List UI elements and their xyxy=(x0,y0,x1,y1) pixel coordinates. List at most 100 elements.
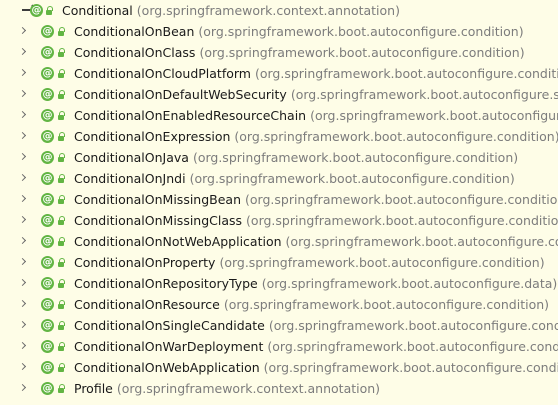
public-lock-icon xyxy=(57,27,65,36)
tree-row[interactable]: ConditionalOnProperty(org.springframewor… xyxy=(0,252,558,273)
class-name: ConditionalOnNotWebApplication xyxy=(74,234,282,249)
public-lock-icon xyxy=(57,216,65,225)
chevron-right-icon[interactable] xyxy=(18,273,30,294)
tree-row[interactable]: ConditionalOnWebApplication(org.springfr… xyxy=(0,357,558,378)
public-lock-icon xyxy=(57,363,65,372)
public-lock-icon xyxy=(57,195,65,204)
annotation-icon xyxy=(41,109,54,122)
tree-row[interactable]: ConditionalOnWarDeployment(org.springfra… xyxy=(0,336,558,357)
package-name: (org.springframework.boot.autoconfigure.… xyxy=(261,276,558,291)
tree-row[interactable]: ConditionalOnMissingBean(org.springframe… xyxy=(0,189,558,210)
public-lock-icon xyxy=(57,48,65,57)
chevron-right-icon[interactable] xyxy=(18,315,30,336)
class-name: ConditionalOnClass xyxy=(74,45,196,60)
package-name: (org.springframework.boot.autoconfigure.… xyxy=(189,171,515,186)
class-name: ConditionalOnExpression xyxy=(74,129,231,144)
chevron-right-icon[interactable] xyxy=(18,84,30,105)
package-name: (org.springframework.boot.autoconfigure.… xyxy=(234,129,558,144)
chevron-right-icon[interactable] xyxy=(18,336,30,357)
row-label: ConditionalOnNotWebApplication (org.sprin… xyxy=(74,231,558,252)
package-name: (org.springframework.boot.autoconfigure.… xyxy=(245,192,558,207)
class-name: ConditionalOnMissingBean xyxy=(74,192,242,207)
row-label: ConditionalOnDefaultWebSecurity (org.spri… xyxy=(74,84,558,105)
row-label: ConditionalOnExpression (org.springframew… xyxy=(74,126,558,147)
tree-row[interactable]: ConditionalOnNotWebApplication(org.sprin… xyxy=(0,231,558,252)
package-name: (org.springframework.boot.autoconfigure.… xyxy=(285,234,558,249)
tree-row[interactable]: ConditionalOnCloudPlatform(org.springfra… xyxy=(0,63,558,84)
public-lock-icon xyxy=(57,90,65,99)
annotation-icon xyxy=(41,277,54,290)
row-label: Profile (org.springframework.context.anno… xyxy=(74,378,380,399)
root-label: Conditional (org.springframework.context.… xyxy=(62,0,400,21)
package-name: (org.springframework.boot.autoconfigure.… xyxy=(263,360,558,375)
row-label: ConditionalOnEnabledResourceChain (org.sp… xyxy=(74,105,558,126)
public-lock-icon xyxy=(57,132,65,141)
package-name: (org.springframework.boot.autoconfigure.… xyxy=(310,108,558,123)
chevron-right-icon[interactable] xyxy=(18,294,30,315)
tree-row[interactable]: ConditionalOnJndi(org.springframework.bo… xyxy=(0,168,558,189)
class-name: ConditionalOnEnabledResourceChain xyxy=(74,108,307,123)
public-lock-icon xyxy=(57,342,65,351)
annotation-icon xyxy=(41,25,54,38)
package-name: (org.springframework.boot.autoconfigure.… xyxy=(268,318,558,333)
chevron-right-icon[interactable] xyxy=(18,378,30,399)
chevron-right-icon[interactable] xyxy=(18,252,30,273)
public-lock-icon xyxy=(57,258,65,267)
chevron-right-icon[interactable] xyxy=(18,126,30,147)
annotation-icon xyxy=(41,361,54,374)
tree-row[interactable]: ConditionalOnJava(org.springframework.bo… xyxy=(0,147,558,168)
tree-root-row[interactable]: Conditional(org.springframework.context.… xyxy=(0,0,558,21)
chevron-right-icon[interactable] xyxy=(18,231,30,252)
tree-row[interactable]: ConditionalOnExpression(org.springframew… xyxy=(0,126,558,147)
annotation-icon xyxy=(41,298,54,311)
chevron-right-icon[interactable] xyxy=(18,210,30,231)
package-name: (org.springframework.context.annotation) xyxy=(136,3,400,18)
annotation-icon xyxy=(41,151,54,164)
public-lock-icon xyxy=(57,321,65,330)
row-label: ConditionalOnMissingClass (org.springfram… xyxy=(74,210,558,231)
tree-row[interactable]: ConditionalOnSingleCandidate(org.springf… xyxy=(0,315,558,336)
class-name: Conditional xyxy=(62,3,133,18)
annotation-icon xyxy=(41,193,54,206)
tree-row[interactable]: ConditionalOnResource(org.springframewor… xyxy=(0,294,558,315)
annotation-icon xyxy=(41,67,54,80)
class-name: Profile xyxy=(74,381,113,396)
package-name: (org.springframework.boot.autoconfigure.… xyxy=(199,45,525,60)
chevron-right-icon[interactable] xyxy=(18,105,30,126)
annotation-icon xyxy=(41,172,54,185)
public-lock-icon xyxy=(57,300,65,309)
tree-row[interactable]: ConditionalOnRepositoryType(org.springfr… xyxy=(0,273,558,294)
class-name: ConditionalOnMissingClass xyxy=(74,213,243,228)
row-label: ConditionalOnJndi (org.springframework.bo… xyxy=(74,168,515,189)
class-name: ConditionalOnJava xyxy=(74,150,189,165)
class-name: ConditionalOnWebApplication xyxy=(74,360,260,375)
chevron-right-icon[interactable] xyxy=(18,63,30,84)
public-lock-icon xyxy=(57,153,65,162)
tree-row[interactable]: Profile(org.springframework.context.anno… xyxy=(0,378,558,399)
tree-row[interactable]: ConditionalOnClass(org.springframework.b… xyxy=(0,42,558,63)
tree-row[interactable]: ConditionalOnEnabledResourceChain(org.sp… xyxy=(0,105,558,126)
row-label: ConditionalOnResource (org.springframewor… xyxy=(74,294,549,315)
row-label: ConditionalOnCloudPlatform (org.springfra… xyxy=(74,63,558,84)
class-name: ConditionalOnBean xyxy=(74,24,195,39)
chevron-right-icon[interactable] xyxy=(18,21,30,42)
annotation-icon xyxy=(30,4,43,17)
row-label: ConditionalOnRepositoryType (org.springfr… xyxy=(74,273,557,294)
package-name: (org.springframework.boot.autoconfigure.… xyxy=(198,24,524,39)
class-name: ConditionalOnJndi xyxy=(74,171,186,186)
chevron-right-icon[interactable] xyxy=(18,42,30,63)
chevron-right-icon[interactable] xyxy=(18,168,30,189)
tree-row[interactable]: ConditionalOnMissingClass(org.springfram… xyxy=(0,210,558,231)
package-name: (org.springframework.boot.autoconfigure.… xyxy=(246,213,558,228)
public-lock-icon xyxy=(57,279,65,288)
tree-row[interactable]: ConditionalOnBean(org.springframework.bo… xyxy=(0,21,558,42)
package-name: (org.springframework.boot.autoconfigure.… xyxy=(219,255,545,270)
tree-row[interactable]: ConditionalOnDefaultWebSecurity(org.spri… xyxy=(0,84,558,105)
chevron-right-icon[interactable] xyxy=(18,147,30,168)
chevron-right-icon[interactable] xyxy=(18,189,30,210)
public-lock-icon xyxy=(57,237,65,246)
annotation-icon xyxy=(41,235,54,248)
chevron-right-icon[interactable] xyxy=(18,357,30,378)
public-lock-icon xyxy=(57,69,65,78)
row-label: ConditionalOnClass (org.springframework.b… xyxy=(74,42,525,63)
